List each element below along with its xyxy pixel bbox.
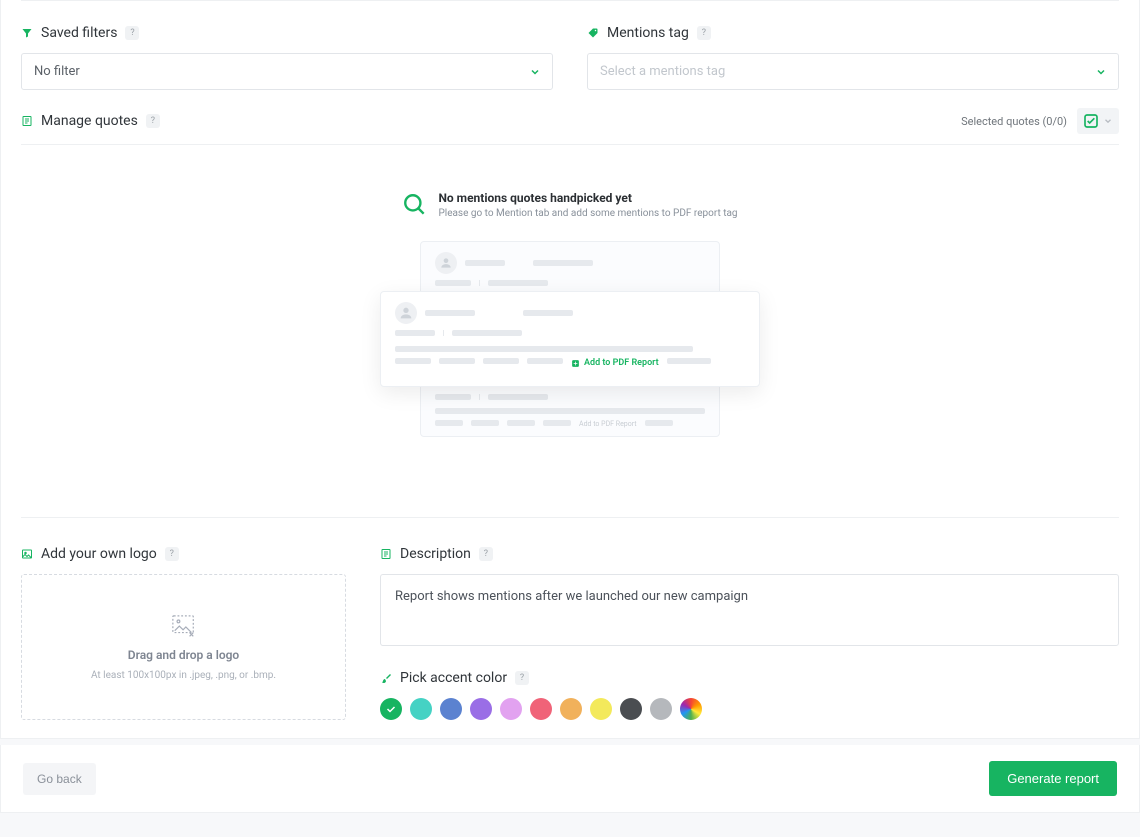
help-icon[interactable]: ? (515, 671, 529, 685)
logo-section: Add your own logo ? Drag and drop a logo… (21, 546, 346, 720)
filter-icon (21, 27, 33, 39)
accent-title: Pick accent color (400, 670, 507, 686)
quotes-empty-state: No mentions quotes handpicked yet Please… (1, 145, 1139, 487)
upload-image-icon (169, 614, 199, 640)
empty-title: No mentions quotes handpicked yet (438, 191, 737, 205)
mentions-tag-title: Mentions tag (607, 25, 689, 41)
skeleton-preview: Add to PDF Report Add to PDF Report (380, 241, 760, 451)
dropzone-subtitle: At least 100x100px in .jpeg, .png, or .b… (91, 670, 276, 681)
go-back-button[interactable]: Go back (23, 763, 96, 795)
logo-title: Add your own logo (41, 546, 157, 562)
brush-icon (380, 672, 392, 684)
chevron-down-icon (1103, 116, 1113, 126)
plus-icon (571, 359, 580, 368)
help-icon[interactable]: ? (146, 114, 160, 128)
image-icon (21, 548, 33, 560)
document-icon (21, 115, 33, 127)
config-card: Saved filters ? No filter Mentions tag (0, 0, 1140, 739)
color-swatch[interactable] (470, 698, 492, 720)
description-input[interactable] (380, 574, 1119, 646)
check-icon (385, 703, 397, 715)
saved-filters-title: Saved filters (41, 25, 117, 41)
magnifier-icon (402, 192, 428, 218)
color-swatch[interactable] (680, 698, 702, 720)
dropzone-title: Drag and drop a logo (128, 648, 239, 662)
help-icon[interactable]: ? (697, 26, 711, 40)
empty-subtitle: Please go to Mention tab and add some me… (438, 208, 737, 219)
color-swatch[interactable] (500, 698, 522, 720)
saved-filters-section: Saved filters ? No filter (21, 25, 553, 90)
color-swatch[interactable] (410, 698, 432, 720)
help-icon[interactable]: ? (479, 547, 493, 561)
accent-section: Pick accent color ? (380, 670, 1119, 720)
checkbox-icon (1083, 113, 1099, 129)
color-swatch[interactable] (590, 698, 612, 720)
quotes-check-toggle[interactable] (1077, 108, 1119, 134)
logo-dropzone[interactable]: Drag and drop a logo At least 100x100px … (21, 574, 346, 720)
color-swatches (380, 698, 1119, 720)
saved-filters-value: No filter (34, 64, 80, 79)
color-swatch[interactable] (440, 698, 462, 720)
description-title: Description (400, 546, 471, 562)
mentions-tag-select[interactable]: Select a mentions tag (587, 53, 1119, 90)
description-section: Description ? (380, 546, 1119, 650)
color-swatch[interactable] (380, 698, 402, 720)
selected-quotes-label: Selected quotes (0/0) (961, 115, 1067, 128)
footer-bar: Go back Generate report (0, 745, 1140, 813)
help-icon[interactable]: ? (165, 547, 179, 561)
saved-filters-select[interactable]: No filter (21, 53, 553, 90)
color-swatch[interactable] (650, 698, 672, 720)
document-icon (380, 548, 392, 560)
mentions-tag-section: Mentions tag ? Select a mentions tag (587, 25, 1119, 90)
manage-quotes-title: Manage quotes (41, 113, 138, 129)
mentions-tag-placeholder: Select a mentions tag (600, 64, 725, 79)
add-to-pdf-link[interactable]: Add to PDF Report (571, 358, 659, 368)
color-swatch[interactable] (560, 698, 582, 720)
tag-icon (587, 27, 599, 39)
color-swatch[interactable] (530, 698, 552, 720)
help-icon[interactable]: ? (125, 26, 139, 40)
color-swatch[interactable] (620, 698, 642, 720)
generate-report-button[interactable]: Generate report (989, 761, 1117, 796)
